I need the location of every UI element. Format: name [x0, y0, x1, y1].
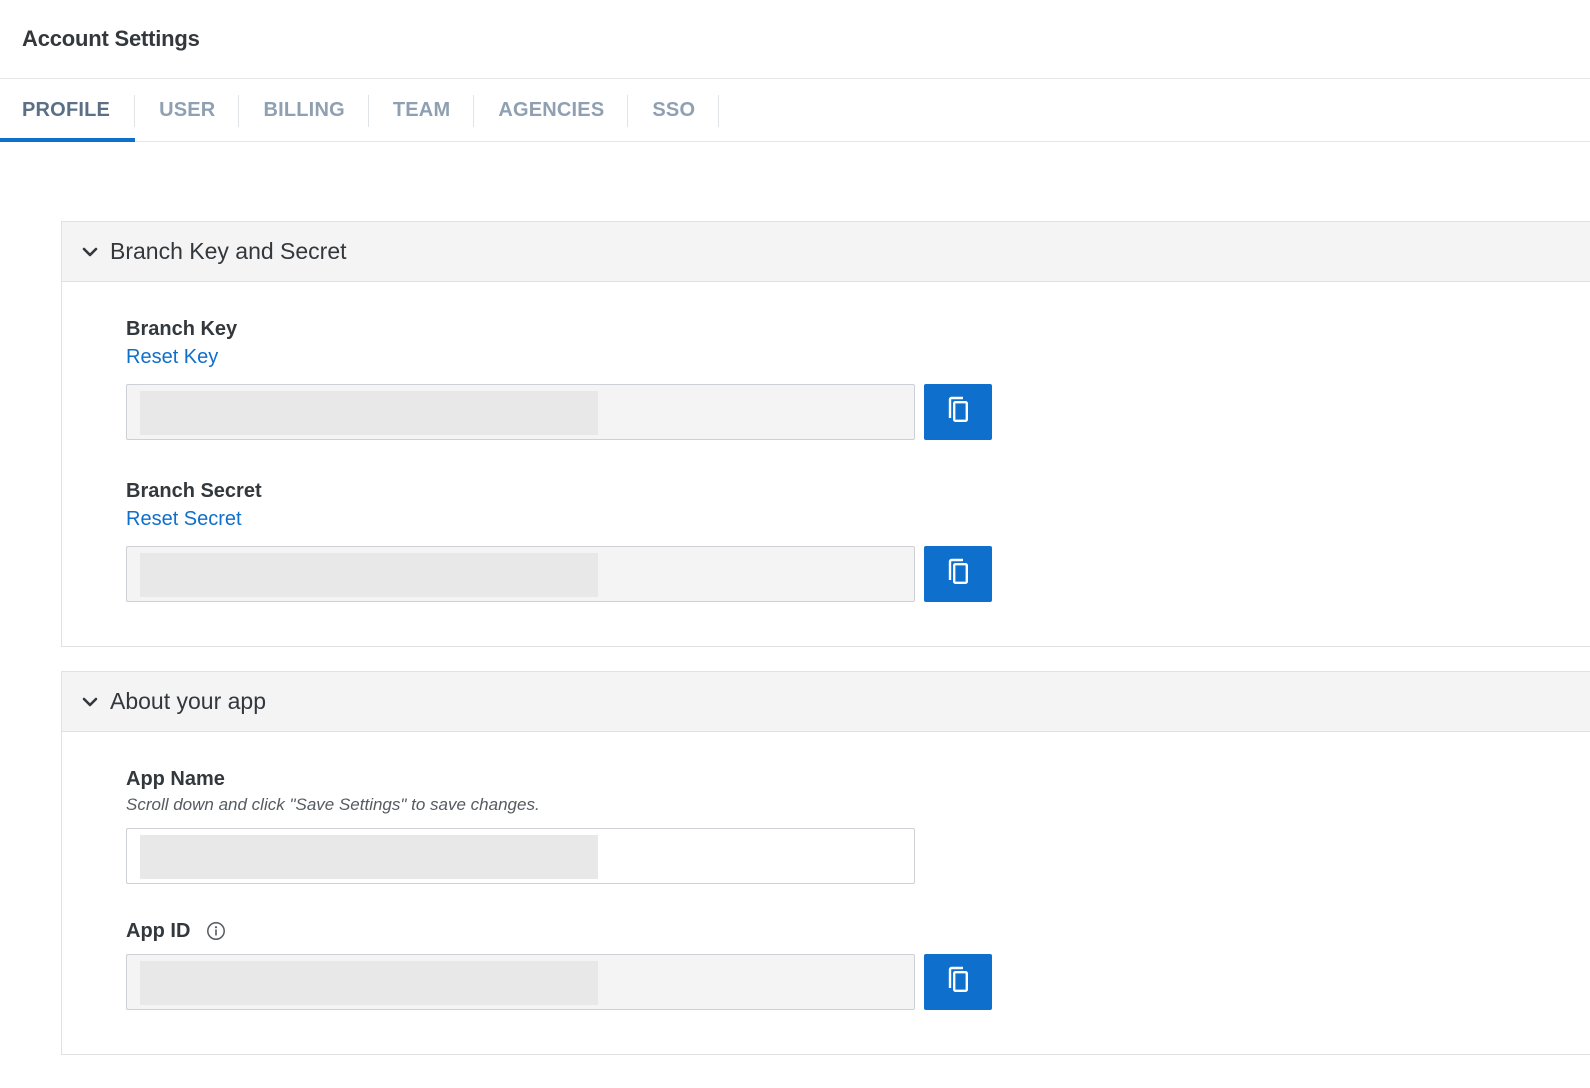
- tab-profile[interactable]: PROFILE: [0, 79, 136, 142]
- about-app-body: App Name Scroll down and click "Save Set…: [62, 732, 1590, 1054]
- about-app-header[interactable]: About your app: [62, 672, 1590, 732]
- branch-key-secret-panel: Branch Key and Secret Branch Key Reset K…: [61, 221, 1590, 647]
- redacted-value: [140, 553, 598, 597]
- copy-icon: [946, 558, 970, 591]
- branch-key-label: Branch Key: [126, 317, 238, 340]
- redacted-value: [140, 835, 598, 879]
- copy-app-id-button[interactable]: [924, 954, 992, 1010]
- branch-key-input[interactable]: [126, 384, 915, 440]
- about-app-panel: About your app App Name Scroll down and …: [61, 671, 1590, 1055]
- panel-title: Branch Key and Secret: [110, 238, 347, 264]
- branch-secret-label: Branch Secret: [126, 479, 262, 502]
- main-content: Branch Key and Secret Branch Key Reset K…: [0, 142, 1590, 1055]
- info-icon[interactable]: [206, 921, 226, 941]
- branch-secret-row: [126, 546, 1590, 602]
- app-name-label: App Name: [126, 767, 225, 790]
- tab-bar: PROFILE USER BILLING TEAM AGENCIES SSO: [0, 79, 1590, 142]
- app-id-label-row: App ID: [126, 918, 1590, 944]
- tab-user[interactable]: USER: [135, 79, 240, 141]
- tab-sso[interactable]: SSO: [628, 79, 720, 141]
- branch-secret-input[interactable]: [126, 546, 915, 602]
- app-name-input[interactable]: [126, 828, 915, 884]
- panel-title: About your app: [110, 688, 267, 714]
- app-name-field: App Name Scroll down and click "Save Set…: [126, 766, 1590, 884]
- branch-secret-field: Branch Secret Reset Secret: [126, 478, 1590, 602]
- copy-branch-key-button[interactable]: [924, 384, 992, 440]
- copy-branch-secret-button[interactable]: [924, 546, 992, 602]
- app-name-row: [126, 828, 1590, 884]
- copy-icon: [946, 396, 970, 429]
- tab-agencies[interactable]: AGENCIES: [474, 79, 629, 141]
- tab-billing[interactable]: BILLING: [239, 79, 370, 141]
- tab-team[interactable]: TEAM: [369, 79, 475, 141]
- branch-key-field: Branch Key Reset Key: [126, 316, 1590, 440]
- redacted-value: [140, 961, 598, 1005]
- page-header: Account Settings: [0, 0, 1590, 79]
- branch-key-secret-body: Branch Key Reset Key Branch Secret Reset…: [62, 282, 1590, 646]
- branch-key-row: [126, 384, 1590, 440]
- app-id-row: [126, 954, 1590, 1010]
- app-id-field: App ID: [126, 918, 1590, 1010]
- app-id-input[interactable]: [126, 954, 915, 1010]
- branch-key-secret-header[interactable]: Branch Key and Secret: [62, 222, 1590, 282]
- app-id-label: App ID: [126, 919, 191, 942]
- copy-icon: [946, 966, 970, 999]
- reset-key-link[interactable]: Reset Key: [126, 346, 218, 374]
- chevron-down-icon: [82, 244, 98, 260]
- reset-secret-link[interactable]: Reset Secret: [126, 508, 242, 536]
- app-name-hint: Scroll down and click "Save Settings" to…: [126, 795, 540, 814]
- redacted-value: [140, 391, 598, 435]
- page-title: Account Settings: [22, 26, 200, 51]
- chevron-down-icon: [82, 694, 98, 710]
